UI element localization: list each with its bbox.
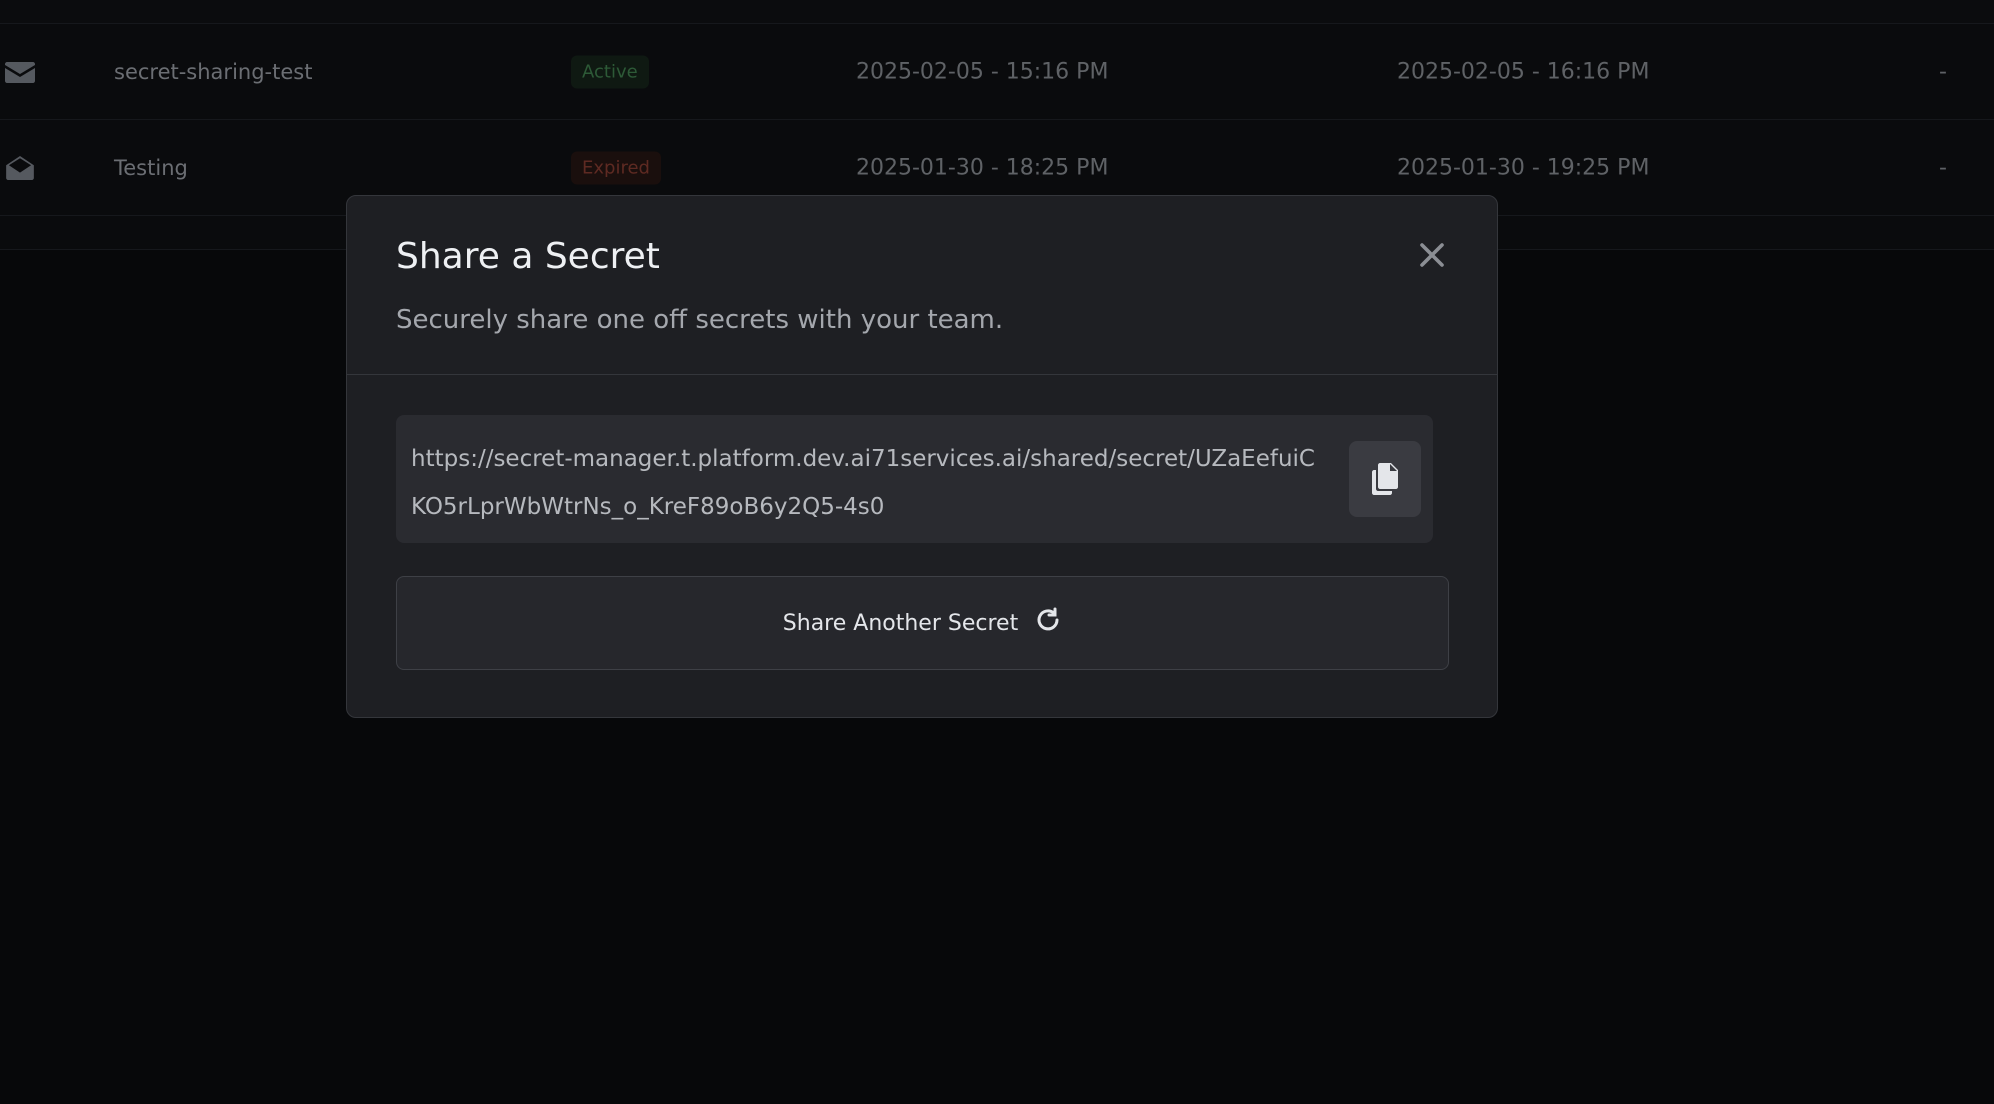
- expiry-date: 2025-02-05 - 16:16 PM: [1397, 59, 1650, 84]
- expiry-date: 2025-01-30 - 19:25 PM: [1397, 155, 1650, 180]
- created-date: 2025-01-30 - 18:25 PM: [856, 155, 1109, 180]
- modal-header: Share a Secret Securely share one off se…: [347, 196, 1497, 375]
- table-row[interactable]: secret-sharing-test Active 2025-02-05 - …: [0, 24, 1994, 120]
- share-another-secret-button[interactable]: Share Another Secret: [396, 576, 1449, 670]
- copy-link-button[interactable]: [1349, 441, 1421, 517]
- shared-link-text[interactable]: https://secret-manager.t.platform.dev.ai…: [411, 435, 1321, 531]
- extra-cell: -: [1939, 155, 1947, 180]
- modal-title: Share a Secret: [396, 236, 660, 277]
- table-header-area: [0, 0, 1994, 24]
- secret-name: secret-sharing-test: [114, 59, 313, 84]
- modal-subtitle: Securely share one off secrets with your…: [396, 305, 1004, 335]
- shared-link-box: https://secret-manager.t.platform.dev.ai…: [396, 415, 1433, 543]
- envelope-closed-icon: [5, 60, 35, 84]
- share-another-label: Share Another Secret: [782, 610, 1019, 636]
- status-badge: Expired: [571, 151, 661, 184]
- close-button[interactable]: [1411, 234, 1453, 276]
- close-icon: [1420, 243, 1444, 267]
- page: secret-sharing-test Active 2025-02-05 - …: [0, 0, 1994, 1104]
- created-date: 2025-02-05 - 15:16 PM: [856, 59, 1109, 84]
- secret-name: Testing: [114, 155, 188, 180]
- extra-cell: -: [1939, 59, 1947, 84]
- refresh-icon: [1034, 607, 1062, 639]
- share-secret-modal: Share a Secret Securely share one off se…: [346, 195, 1498, 718]
- copy-icon: [1372, 463, 1398, 495]
- envelope-open-icon: [5, 155, 35, 180]
- status-badge: Active: [571, 55, 649, 88]
